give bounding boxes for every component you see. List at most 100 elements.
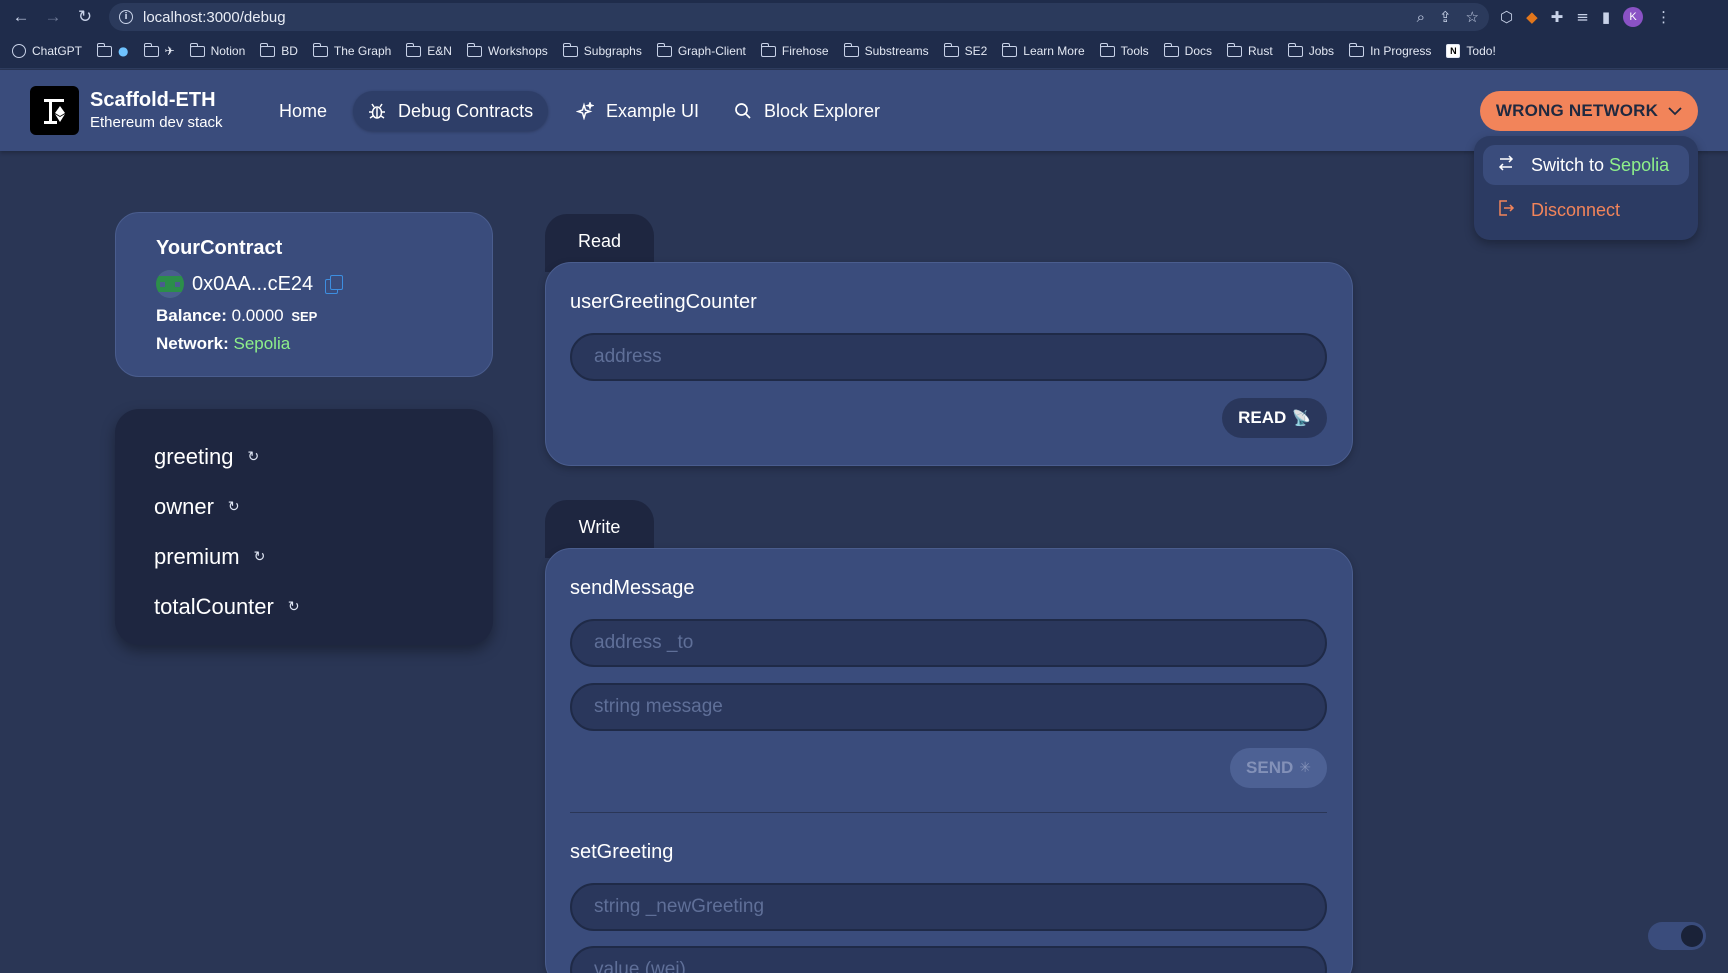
refresh-icon[interactable]: ↻	[288, 599, 300, 615]
bookmark-notion[interactable]: Notion	[189, 42, 245, 58]
folder-icon	[1099, 42, 1115, 57]
contract-name: YourContract	[156, 237, 283, 259]
reload-icon[interactable]: ↻	[69, 0, 101, 34]
folder-icon	[406, 42, 422, 57]
bookmark-bd[interactable]: BD	[260, 42, 298, 58]
bookmark-substreams[interactable]: Substreams	[843, 42, 929, 58]
profile-avatar[interactable]: K	[1623, 7, 1644, 27]
nav-block-explorer[interactable]: Block Explorer	[719, 91, 895, 131]
bookmark-workshops[interactable]: Workshops	[466, 42, 548, 58]
bookmark-in-progress[interactable]: In Progress	[1349, 42, 1431, 58]
folder-icon	[260, 42, 276, 57]
bookmark-docs[interactable]: Docs	[1163, 42, 1212, 58]
balance-value: 0.0000	[231, 306, 284, 325]
bookmark-todo[interactable]: N Todo!	[1446, 44, 1496, 58]
bookmarks-bar: ChatGPT ● ✈ Notion BD The Graph E&N Work…	[0, 34, 1728, 69]
site-info-icon[interactable]: i	[119, 10, 133, 24]
sparkle-icon: ✳	[1299, 760, 1311, 776]
set-greeting-function-name: setGreeting	[570, 841, 674, 863]
folder-icon	[943, 42, 959, 57]
network-value: Sepolia	[233, 334, 291, 353]
folder-icon	[562, 42, 578, 57]
bookmark-folder-2[interactable]: ✈	[143, 42, 175, 58]
bookmark-star-icon[interactable]: ☆	[1466, 8, 1479, 26]
read-button[interactable]: READ 📡	[1222, 398, 1327, 438]
disconnect-item[interactable]: Disconnect	[1483, 190, 1689, 230]
zoom-icon[interactable]: ⌕	[1417, 8, 1425, 26]
bookmark-e-n[interactable]: E&N	[406, 42, 452, 58]
variable-item-premium: premium ↻	[154, 544, 266, 569]
wrong-network-button[interactable]: WRONG NETWORK	[1480, 91, 1698, 131]
bookmark-the-graph[interactable]: The Graph	[312, 42, 391, 58]
share-icon[interactable]: ⇪	[1439, 8, 1452, 26]
nav-debug-contracts[interactable]: Debug Contracts	[353, 91, 549, 131]
bug-icon	[368, 102, 386, 120]
folder-icon	[760, 42, 776, 57]
bookmark-jobs[interactable]: Jobs	[1287, 42, 1334, 58]
theme-toggle[interactable]	[1648, 922, 1706, 950]
cube-extension-icon[interactable]: ⬡	[1500, 8, 1513, 26]
bookmark-firehose[interactable]: Firehose	[760, 42, 829, 58]
refresh-icon[interactable]: ↻	[254, 549, 266, 565]
variables-list-card: greeting ↻ owner ↻ premium ↻ totalCounte…	[115, 409, 493, 645]
address-to-input[interactable]: address _to	[570, 619, 1327, 667]
folder-icon	[97, 42, 113, 57]
back-arrow-icon[interactable]: ←	[5, 0, 37, 34]
balance-label: Balance:	[156, 306, 227, 325]
folder-icon	[312, 42, 328, 57]
globe-icon: ●	[118, 44, 129, 58]
send-button[interactable]: SEND ✳	[1230, 748, 1327, 788]
balance-row: Balance: 0.0000 SEP	[156, 306, 452, 326]
string-message-input[interactable]: string message	[570, 683, 1327, 731]
folder-icon	[189, 42, 205, 57]
address-input[interactable]: address	[570, 333, 1327, 381]
send-message-function-name: sendMessage	[570, 577, 695, 599]
address-row: 0x0AA...cE24	[156, 270, 452, 298]
forward-arrow-icon[interactable]: →	[37, 0, 69, 34]
bookmark-learn-more[interactable]: Learn More	[1002, 42, 1085, 58]
sparkles-icon	[576, 102, 594, 120]
puzzle-extensions-icon[interactable]: ✚	[1551, 8, 1564, 26]
network-dropdown-menu: Switch to Sepolia Disconnect	[1474, 136, 1698, 240]
switch-arrows-icon	[1497, 154, 1515, 176]
chatgpt-icon	[12, 44, 26, 58]
copy-icon[interactable]	[325, 275, 344, 294]
scaffold-eth-logo[interactable]	[30, 86, 79, 135]
refresh-icon[interactable]: ↻	[228, 499, 240, 515]
address-bar[interactable]: i localhost:3000/debug ⌕ ⇪ ☆	[109, 3, 1489, 31]
metamask-extension-icon[interactable]: ◆	[1526, 8, 1538, 26]
network-row: Network: Sepolia	[156, 334, 291, 353]
variable-item-total-counter: totalCounter ↻	[154, 594, 300, 619]
contract-info-card: YourContract 0x0AA...cE24 Balance: 0.000…	[115, 212, 493, 377]
nav-home[interactable]: Home	[264, 91, 342, 131]
switch-network-item[interactable]: Switch to Sepolia	[1483, 145, 1689, 185]
contract-address: 0x0AA...cE24	[192, 272, 314, 295]
value-wei-input[interactable]: value (wei)	[570, 946, 1327, 973]
bookmark-tools[interactable]: Tools	[1099, 42, 1149, 58]
reading-list-icon[interactable]: ≡	[1576, 8, 1589, 26]
bookmark-se2[interactable]: SE2	[943, 42, 987, 58]
logout-icon	[1497, 199, 1515, 222]
search-icon	[734, 102, 752, 120]
read-function-name: userGreetingCounter	[570, 291, 757, 313]
address-blockie-avatar	[156, 270, 184, 298]
chevron-down-icon	[1668, 101, 1682, 121]
browser-menu-icon[interactable]: ⋮	[1656, 8, 1671, 26]
folder-icon	[143, 42, 159, 57]
brand-title: Scaffold-ETH	[90, 89, 216, 111]
new-greeting-input[interactable]: string _newGreeting	[570, 883, 1327, 931]
folder-icon	[843, 42, 859, 57]
bookmark-rust[interactable]: Rust	[1227, 42, 1273, 58]
refresh-icon[interactable]: ↻	[248, 449, 260, 465]
bookmark-chatgpt[interactable]: ChatGPT	[12, 44, 82, 58]
folder-icon	[1227, 42, 1243, 57]
browser-toolbar: ← → ↻ i localhost:3000/debug ⌕ ⇪ ☆ ⬡ ◆ ✚…	[0, 0, 1728, 34]
bookmark-folder-1[interactable]: ●	[97, 42, 129, 58]
folder-icon	[1002, 42, 1018, 57]
variable-item-owner: owner ↻	[154, 494, 240, 519]
bookmark-subgraphs[interactable]: Subgraphs	[562, 42, 642, 58]
side-panel-icon[interactable]: ▮	[1602, 8, 1610, 26]
bookmark-graph-client[interactable]: Graph-Client	[656, 42, 746, 58]
nav-example-ui[interactable]: Example UI	[561, 91, 714, 131]
notion-icon: N	[1446, 44, 1461, 58]
